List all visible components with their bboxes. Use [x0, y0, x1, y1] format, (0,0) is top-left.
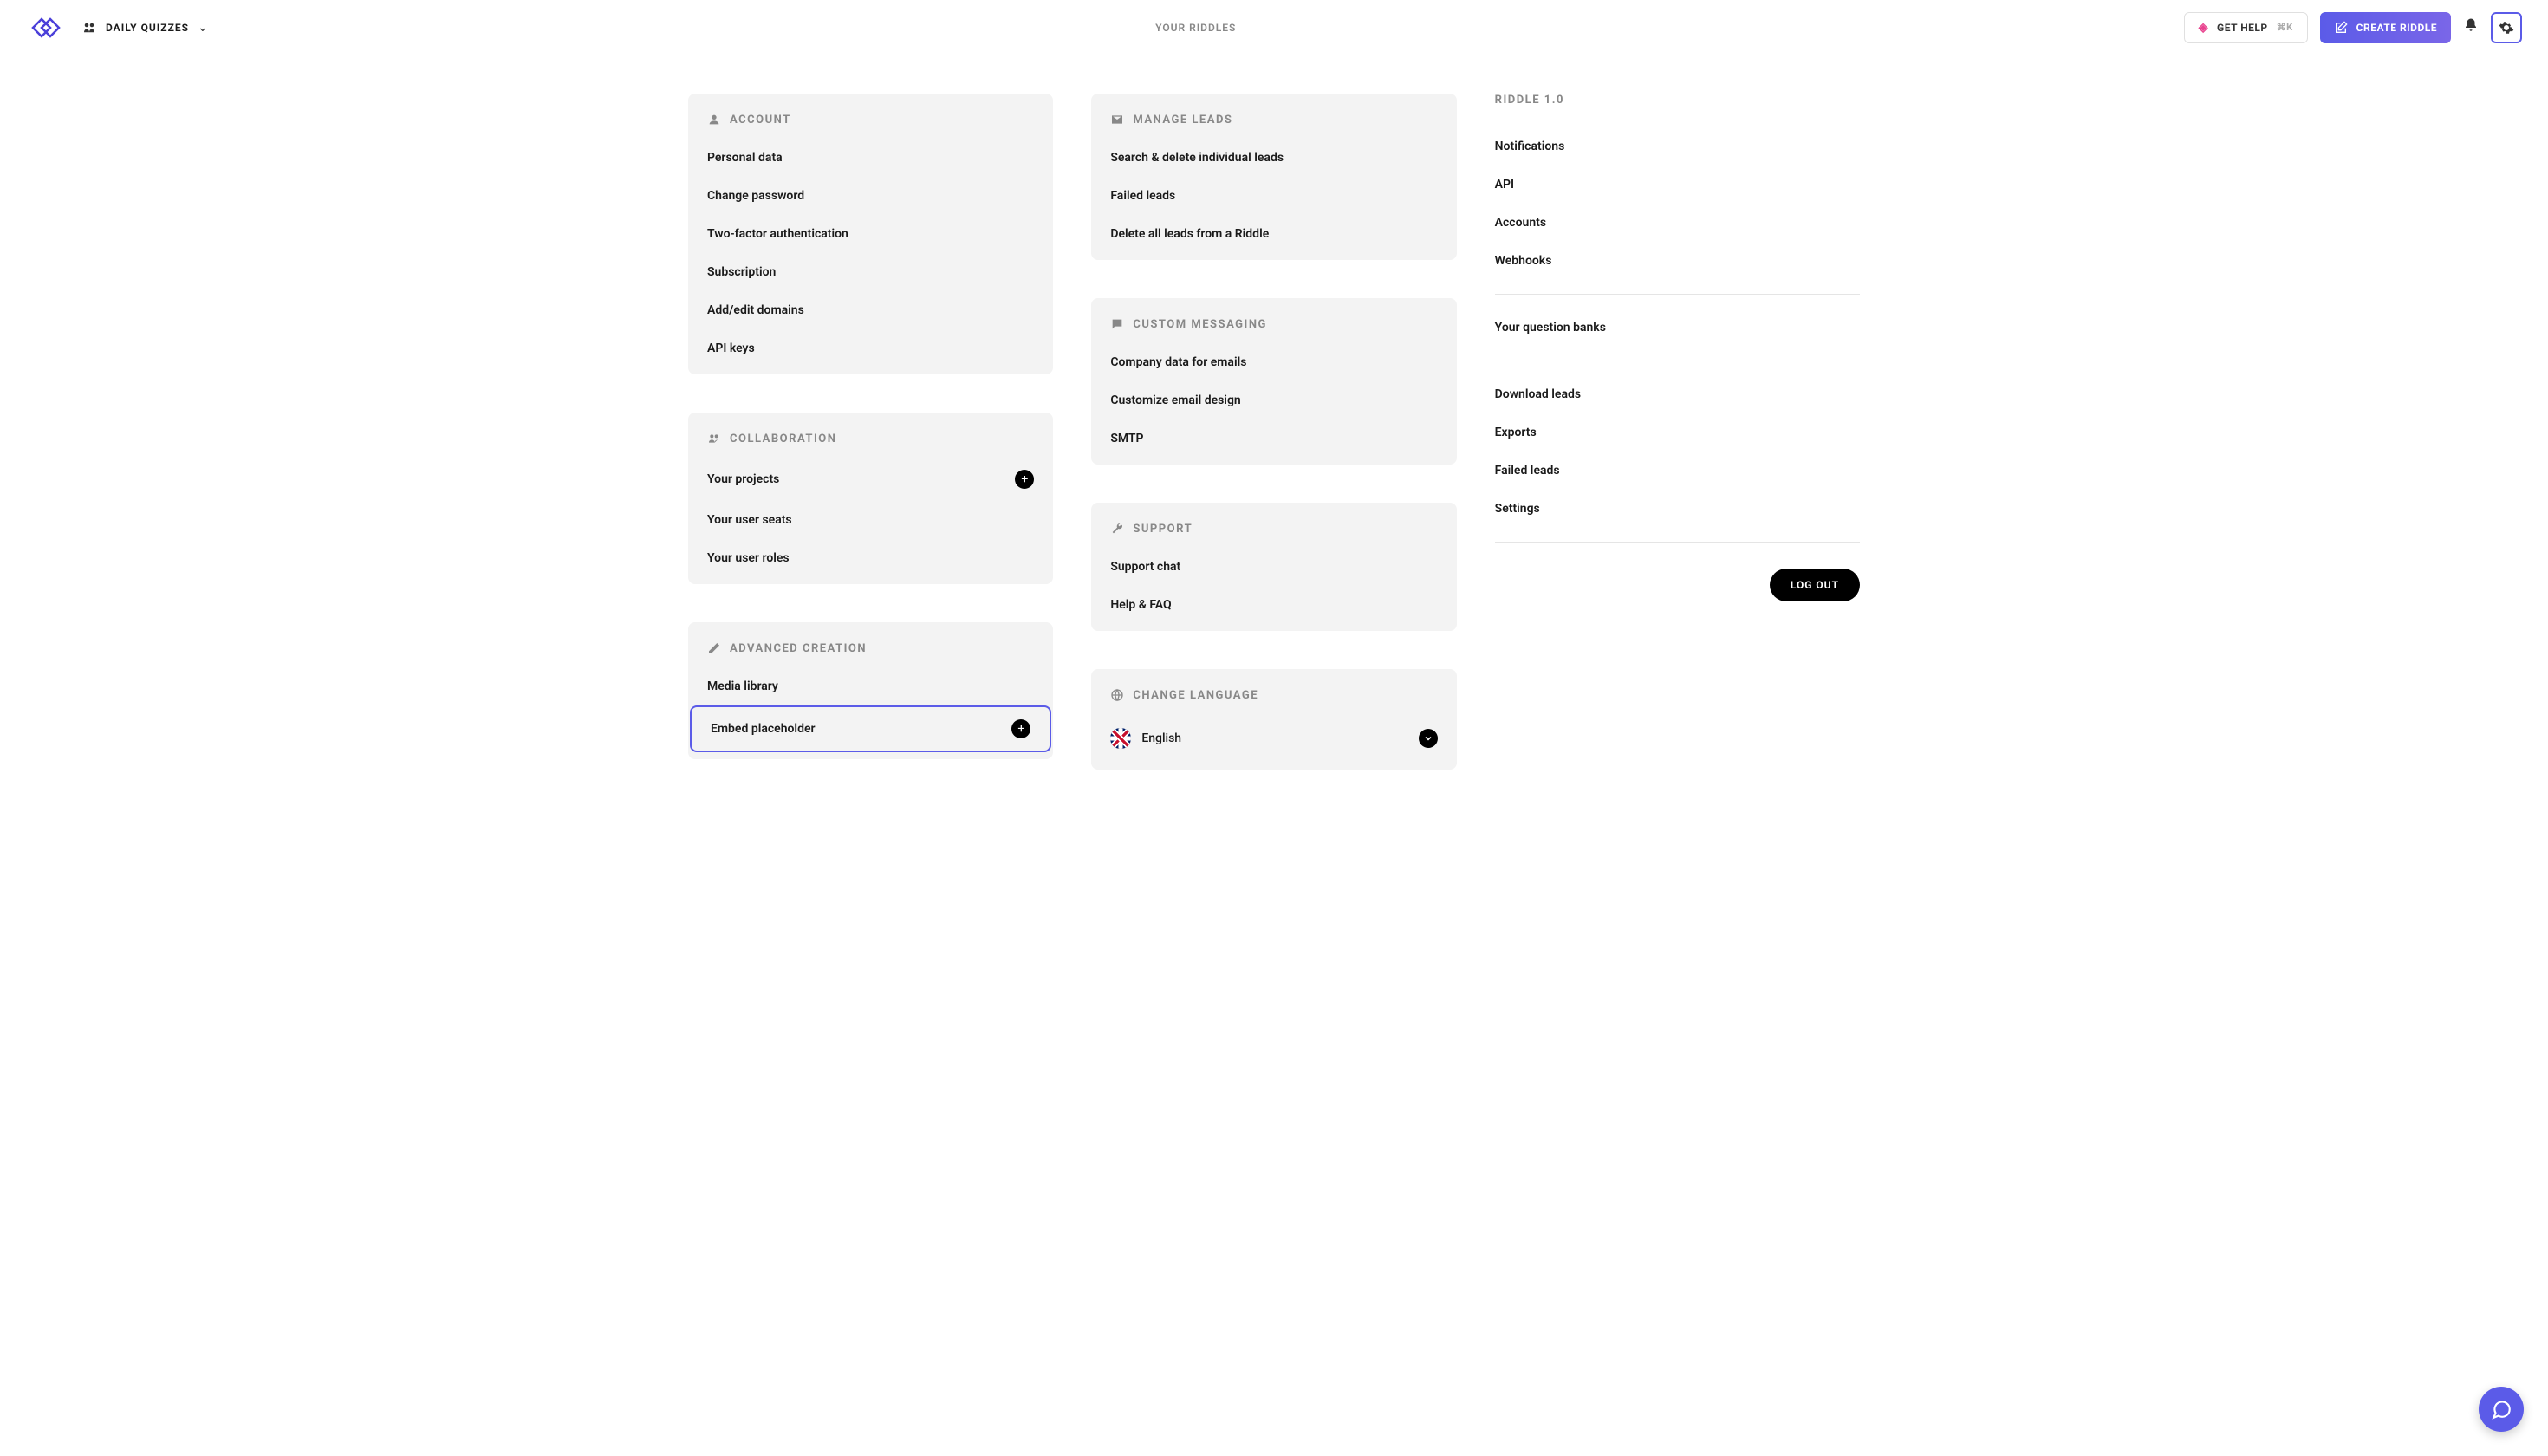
get-help-button[interactable]: ◈ GET HELP ⌘K: [2184, 12, 2308, 43]
search-delete-leads-item[interactable]: Search & delete individual leads: [1091, 139, 1456, 177]
page-title: YOUR RIDDLES: [225, 22, 2167, 34]
settings-button[interactable]: [2491, 12, 2522, 43]
uk-flag-icon: [1110, 728, 1131, 749]
user-roles-item[interactable]: Your user roles: [688, 539, 1053, 577]
failed-leads-item[interactable]: Failed leads: [1091, 177, 1456, 215]
card-title: MANAGE LEADS: [1133, 114, 1232, 127]
api-keys-item[interactable]: API keys: [688, 329, 1053, 367]
delete-all-leads-item[interactable]: Delete all leads from a Riddle: [1091, 215, 1456, 253]
exports-item[interactable]: Exports: [1495, 413, 1860, 452]
card-title: ADVANCED CREATION: [730, 642, 867, 655]
card-title: CUSTOM MESSAGING: [1133, 318, 1267, 331]
notifications-item[interactable]: Notifications: [1495, 127, 1860, 166]
riddle-1-section: RIDDLE 1.0 Notifications API Accounts We…: [1495, 94, 1860, 601]
webhooks-item[interactable]: Webhooks: [1495, 242, 1860, 280]
account-card: ACCOUNT Personal data Change password Tw…: [688, 94, 1053, 374]
globe-icon: [1110, 688, 1124, 702]
smtp-item[interactable]: SMTP: [1091, 419, 1456, 458]
message-icon: [1110, 317, 1124, 331]
gear-icon: [2499, 20, 2514, 36]
logo[interactable]: [26, 9, 64, 47]
accounts-item[interactable]: Accounts: [1495, 204, 1860, 242]
help-label: GET HELP: [2217, 22, 2268, 34]
company-data-item[interactable]: Company data for emails: [1091, 343, 1456, 381]
card-title: ACCOUNT: [730, 114, 791, 127]
media-library-item[interactable]: Media library: [688, 667, 1053, 705]
domains-item[interactable]: Add/edit domains: [688, 291, 1053, 329]
workspace-label: DAILY QUIZZES: [106, 22, 189, 34]
edit-icon: [2334, 21, 2348, 35]
chat-icon: [2490, 1398, 2512, 1420]
api-item[interactable]: API: [1495, 166, 1860, 204]
help-faq-item[interactable]: Help & FAQ: [1091, 586, 1456, 624]
user-seats-item[interactable]: Your user seats: [688, 501, 1053, 539]
projects-item[interactable]: Your projects +: [688, 458, 1053, 501]
card-title: CHANGE LANGUAGE: [1133, 689, 1258, 702]
wrench-icon: [1110, 522, 1124, 536]
chevron-down-icon: ⌄: [198, 21, 208, 35]
language-selector[interactable]: English: [1091, 714, 1456, 763]
divider: [1495, 542, 1860, 543]
help-shortcut: ⌘K: [2277, 22, 2293, 33]
add-project-icon[interactable]: +: [1015, 470, 1034, 489]
failed-leads-sidebar-item[interactable]: Failed leads: [1495, 452, 1860, 490]
personal-data-item[interactable]: Personal data: [688, 139, 1053, 177]
workspace-selector[interactable]: DAILY QUIZZES ⌄: [81, 20, 208, 36]
mail-icon: [1110, 113, 1124, 127]
advanced-creation-card: ADVANCED CREATION Media library Embed pl…: [688, 622, 1053, 759]
user-icon: [707, 113, 721, 127]
people-icon: [81, 20, 97, 36]
create-label: CREATE RIDDLE: [2356, 22, 2437, 34]
subscription-item[interactable]: Subscription: [688, 253, 1053, 291]
question-banks-item[interactable]: Your question banks: [1495, 309, 1860, 347]
card-title: COLLABORATION: [730, 432, 836, 445]
pencil-icon: [707, 641, 721, 655]
collaboration-card: COLLABORATION Your projects + Your user …: [688, 413, 1053, 584]
section-title: RIDDLE 1.0: [1495, 94, 1860, 127]
create-riddle-button[interactable]: CREATE RIDDLE: [2320, 12, 2451, 43]
support-card: SUPPORT Support chat Help & FAQ: [1091, 503, 1456, 631]
card-title: SUPPORT: [1133, 523, 1193, 536]
email-design-item[interactable]: Customize email design: [1091, 381, 1456, 419]
embed-placeholder-item[interactable]: Embed placeholder +: [690, 705, 1051, 752]
divider: [1495, 294, 1860, 295]
manage-leads-card: MANAGE LEADS Search & delete individual …: [1091, 94, 1456, 260]
change-language-card: CHANGE LANGUAGE English: [1091, 669, 1456, 770]
support-chat-item[interactable]: Support chat: [1091, 548, 1456, 586]
add-embed-icon[interactable]: +: [1011, 719, 1030, 738]
notifications-icon[interactable]: [2463, 17, 2479, 37]
chevron-down-icon: [1419, 729, 1438, 748]
chat-fab[interactable]: [2479, 1387, 2524, 1432]
settings-item[interactable]: Settings: [1495, 490, 1860, 528]
language-label: English: [1141, 731, 1181, 745]
logout-button[interactable]: LOG OUT: [1770, 569, 1860, 601]
diamond-icon: ◈: [2199, 21, 2208, 35]
people-icon: [707, 432, 721, 445]
change-password-item[interactable]: Change password: [688, 177, 1053, 215]
custom-messaging-card: CUSTOM MESSAGING Company data for emails…: [1091, 298, 1456, 465]
two-factor-item[interactable]: Two-factor authentication: [688, 215, 1053, 253]
download-leads-item[interactable]: Download leads: [1495, 375, 1860, 413]
